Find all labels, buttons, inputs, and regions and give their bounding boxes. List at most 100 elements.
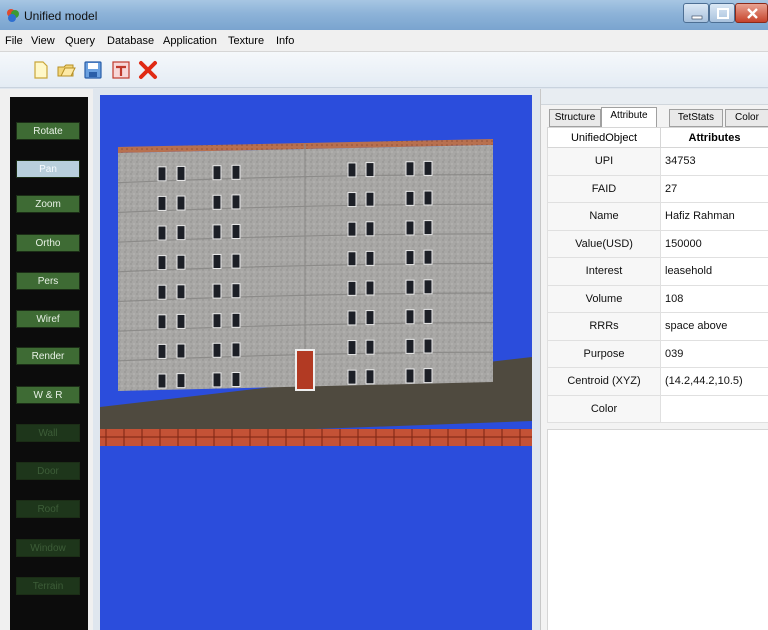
building-window[interactable] xyxy=(157,314,167,330)
table-row[interactable]: Value(USD) 150000 xyxy=(547,229,768,258)
building-window[interactable] xyxy=(405,250,415,266)
building-window[interactable] xyxy=(212,194,222,210)
3d-viewport[interactable] xyxy=(100,95,532,630)
building-scene[interactable] xyxy=(100,95,532,630)
building-window[interactable] xyxy=(212,253,222,269)
building-window[interactable] xyxy=(231,224,241,240)
building-window[interactable] xyxy=(231,372,241,388)
building-window[interactable] xyxy=(405,338,415,354)
table-row[interactable]: Purpose 039 xyxy=(547,339,768,368)
building-window[interactable] xyxy=(212,372,222,388)
building-window[interactable] xyxy=(423,160,433,176)
building-window[interactable] xyxy=(157,166,167,182)
wire-and-render-button[interactable]: W & R xyxy=(16,386,80,404)
building-window[interactable] xyxy=(231,194,241,210)
building-window[interactable] xyxy=(212,165,222,181)
building-window[interactable] xyxy=(176,225,186,241)
pers-button[interactable]: Pers xyxy=(16,272,80,290)
building-window[interactable] xyxy=(365,221,375,237)
ortho-button[interactable]: Ortho xyxy=(16,234,80,252)
building-window[interactable] xyxy=(176,313,186,329)
building-window[interactable] xyxy=(176,195,186,211)
building-window[interactable] xyxy=(423,338,433,354)
attribute-value[interactable]: Hafiz Rahman xyxy=(660,202,768,231)
terrain-button[interactable]: Terrain xyxy=(16,577,80,595)
table-row[interactable]: Name Hafiz Rahman xyxy=(547,202,768,231)
building-window[interactable] xyxy=(365,280,375,296)
building-window[interactable] xyxy=(347,340,357,356)
menu-texture[interactable]: Texture xyxy=(228,35,264,47)
attribute-value[interactable]: 34753 xyxy=(660,147,768,176)
column-header-attributes[interactable]: Attributes xyxy=(660,127,768,148)
building-window[interactable] xyxy=(423,279,433,295)
attribute-value[interactable]: (14.2,44.2,10.5) xyxy=(660,367,768,396)
table-row[interactable]: UPI 34753 xyxy=(547,147,768,176)
building-window[interactable] xyxy=(157,225,167,241)
building-window[interactable] xyxy=(212,283,222,299)
wireframe-button[interactable]: Wiref xyxy=(16,310,80,328)
table-row[interactable]: RRRs space above xyxy=(547,312,768,341)
door-button[interactable]: Door xyxy=(16,462,80,480)
close-button[interactable] xyxy=(735,3,768,23)
table-row[interactable]: Centroid (XYZ) (14.2,44.2,10.5) xyxy=(547,367,768,396)
tab-attribute[interactable]: Attribute xyxy=(601,107,657,128)
attribute-value[interactable]: 108 xyxy=(660,284,768,313)
building-window[interactable] xyxy=(423,249,433,265)
menu-info[interactable]: Info xyxy=(276,35,294,47)
building-window[interactable] xyxy=(405,368,415,384)
menu-database[interactable]: Database xyxy=(107,35,154,47)
pan-button[interactable]: Pan xyxy=(16,160,80,178)
table-row[interactable]: FAID 27 xyxy=(547,174,768,203)
building-window[interactable] xyxy=(231,253,241,269)
building-window[interactable] xyxy=(405,161,415,177)
render-button[interactable]: Render xyxy=(16,347,80,365)
building-window[interactable] xyxy=(157,373,167,389)
maximize-button[interactable] xyxy=(709,3,735,23)
menu-view[interactable]: View xyxy=(31,35,55,47)
building-window[interactable] xyxy=(176,165,186,181)
building-window[interactable] xyxy=(347,310,357,326)
zoom-button[interactable]: Zoom xyxy=(16,195,80,213)
building-window[interactable] xyxy=(347,369,357,385)
building-window[interactable] xyxy=(365,191,375,207)
table-row[interactable]: Interest leasehold xyxy=(547,257,768,286)
building-window[interactable] xyxy=(423,220,433,236)
new-file-icon[interactable] xyxy=(30,59,52,81)
building-window[interactable] xyxy=(423,368,433,384)
attribute-value[interactable]: 150000 xyxy=(660,229,768,258)
building-window[interactable] xyxy=(405,220,415,236)
menu-application[interactable]: Application xyxy=(163,35,217,47)
minimize-button[interactable] xyxy=(683,3,709,23)
building-window[interactable] xyxy=(347,221,357,237)
building-window[interactable] xyxy=(365,310,375,326)
delete-icon[interactable] xyxy=(137,59,159,81)
table-row[interactable]: Volume 108 xyxy=(547,284,768,313)
table-row[interactable]: Color xyxy=(547,394,768,423)
save-icon[interactable] xyxy=(82,59,104,81)
column-header-unified-object[interactable]: UnifiedObject xyxy=(547,127,661,148)
building-window[interactable] xyxy=(157,195,167,211)
building-window[interactable] xyxy=(212,313,222,329)
wall-button[interactable]: Wall xyxy=(16,424,80,442)
tab-structure[interactable]: Structure xyxy=(549,109,601,127)
building-window[interactable] xyxy=(365,162,375,178)
building-window[interactable] xyxy=(365,339,375,355)
building-window[interactable] xyxy=(176,373,186,389)
attribute-value[interactable]: 27 xyxy=(660,174,768,203)
building-window[interactable] xyxy=(157,284,167,300)
roof-button[interactable]: Roof xyxy=(16,500,80,518)
menu-query[interactable]: Query xyxy=(65,35,95,47)
building-window[interactable] xyxy=(365,250,375,266)
attribute-value[interactable]: leasehold xyxy=(660,257,768,286)
building-window[interactable] xyxy=(423,190,433,206)
building-window[interactable] xyxy=(423,308,433,324)
menu-file[interactable]: File xyxy=(5,35,23,47)
building-window[interactable] xyxy=(212,342,222,358)
building-window[interactable] xyxy=(347,162,357,178)
building-window[interactable] xyxy=(176,284,186,300)
export-icon[interactable] xyxy=(110,59,132,81)
building-window[interactable] xyxy=(212,224,222,240)
building-window[interactable] xyxy=(231,342,241,358)
building-window[interactable] xyxy=(365,369,375,385)
rotate-button[interactable]: Rotate xyxy=(16,122,80,140)
